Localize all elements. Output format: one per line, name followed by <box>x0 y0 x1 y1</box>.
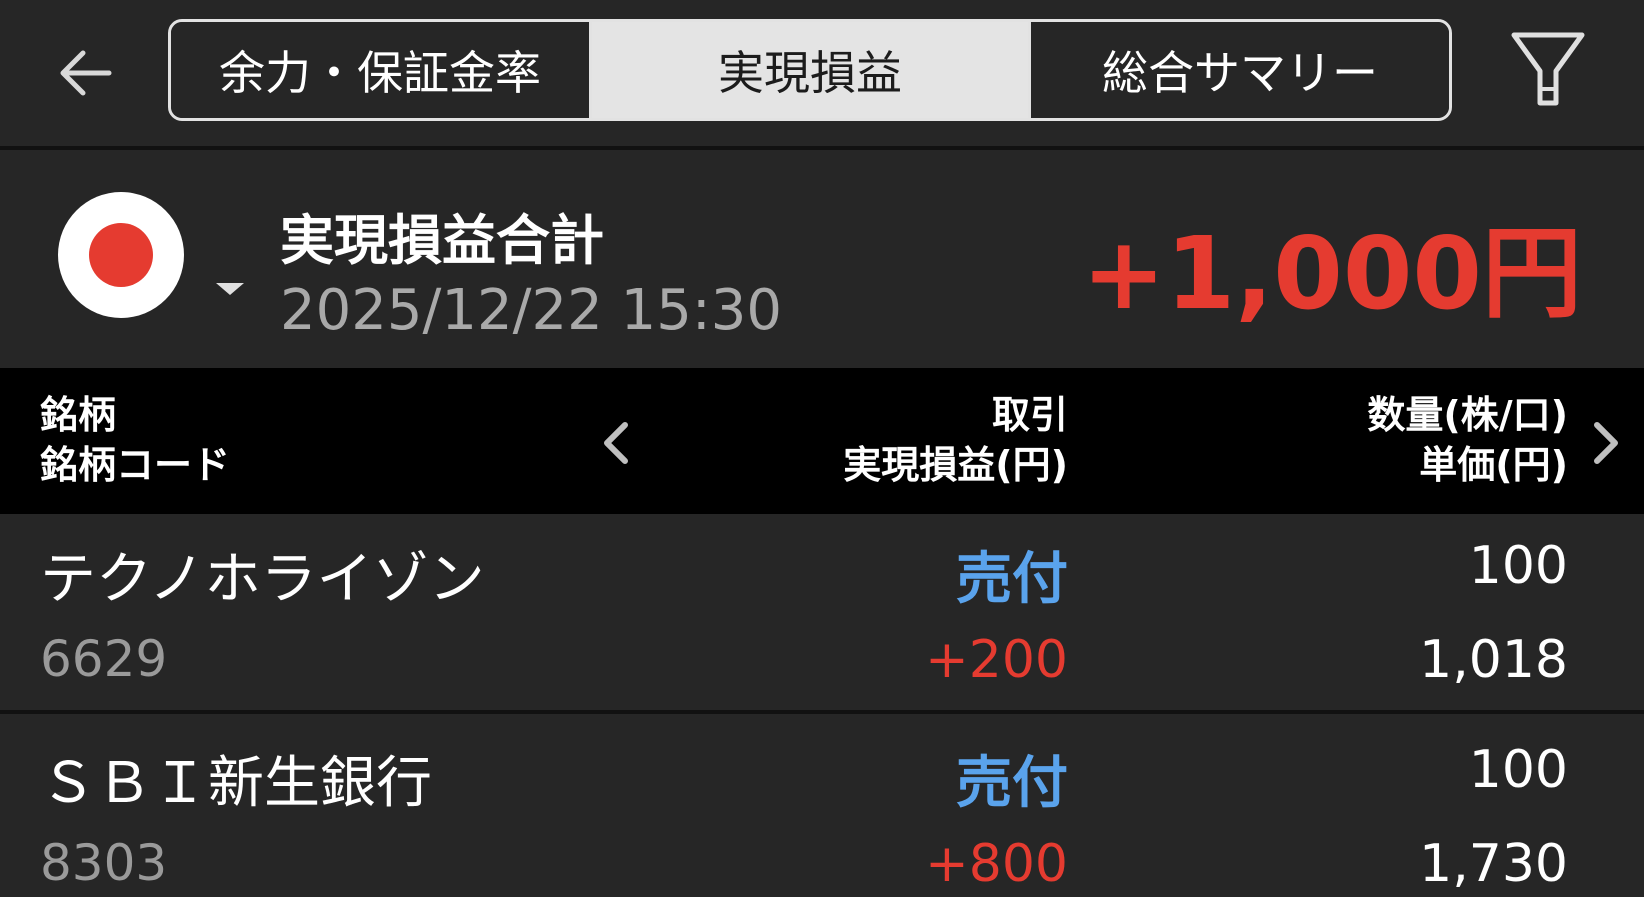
stock-code: 6629 <box>40 630 168 688</box>
unit-price: 1,730 <box>1419 834 1568 894</box>
flag-sun <box>89 223 153 287</box>
table-header: 銘柄 銘柄コード 取引 実現損益(円) 数量(株/口) 単価(円) <box>0 368 1644 514</box>
market-selector[interactable] <box>56 192 256 324</box>
realized-pnl-total: +1,000円 <box>1081 215 1582 332</box>
trade-type: 売付 <box>956 547 1068 612</box>
view-segmented-control: 余力・保証金率 実現損益 総合サマリー <box>168 19 1452 121</box>
column-header-stock-code: 銘柄コード <box>40 443 231 487</box>
unit-price: 1,018 <box>1419 630 1568 690</box>
caret-down-icon <box>216 283 244 295</box>
next-columns-button[interactable] <box>1584 416 1628 470</box>
column-header-trade: 取引 実現損益(円) <box>843 390 1068 490</box>
table-row[interactable]: テクノホライゾン 6629 売付 +200 100 1,018 <box>0 514 1644 714</box>
column-header-stock: 銘柄 銘柄コード <box>40 390 230 490</box>
realized-pnl: +800 <box>925 834 1068 894</box>
stock-name: テクノホライゾン <box>40 547 485 612</box>
summary-datetime: 2025/12/22 15:30 <box>280 278 782 343</box>
summary-title: 実現損益合計 <box>280 209 604 272</box>
column-header-stock-name: 銘柄 <box>40 393 117 437</box>
previous-columns-button[interactable] <box>594 416 638 470</box>
top-navigation-bar: 余力・保証金率 実現損益 総合サマリー <box>0 0 1644 150</box>
back-button[interactable] <box>48 38 122 108</box>
table-row[interactable]: ＳＢＩ新生銀行 8303 売付 +800 100 1,730 <box>0 718 1644 897</box>
stock-name: ＳＢＩ新生銀行 <box>40 751 432 816</box>
arrow-left-icon <box>60 50 112 96</box>
column-header-quantity-label: 数量(株/口) <box>1367 393 1568 437</box>
tab-overall-summary[interactable]: 総合サマリー <box>1028 22 1449 118</box>
stock-code: 8303 <box>40 834 168 892</box>
filter-button[interactable] <box>1505 28 1591 114</box>
column-header-unit-price: 単価(円) <box>1419 443 1568 487</box>
chevron-left-icon <box>604 422 628 464</box>
japan-flag-icon <box>58 192 184 318</box>
trade-type: 売付 <box>956 751 1068 816</box>
realized-pnl: +200 <box>925 630 1068 690</box>
column-header-quantity: 数量(株/口) 単価(円) <box>1367 390 1568 490</box>
app-root: 余力・保証金率 実現損益 総合サマリー 実現損益合計 2025/12/22 15… <box>0 0 1644 897</box>
quantity: 100 <box>1468 536 1568 596</box>
tab-margin-ratio[interactable]: 余力・保証金率 <box>171 22 592 118</box>
filter-funnel-icon <box>1511 32 1585 106</box>
chevron-right-icon <box>1594 422 1618 464</box>
column-header-realized-pnl: 実現損益(円) <box>843 443 1068 487</box>
column-header-trade-type: 取引 <box>991 393 1068 437</box>
tab-realized-pnl[interactable]: 実現損益 <box>592 22 1028 118</box>
quantity: 100 <box>1468 740 1568 800</box>
pnl-summary: 実現損益合計 2025/12/22 15:30 +1,000円 <box>0 154 1644 368</box>
